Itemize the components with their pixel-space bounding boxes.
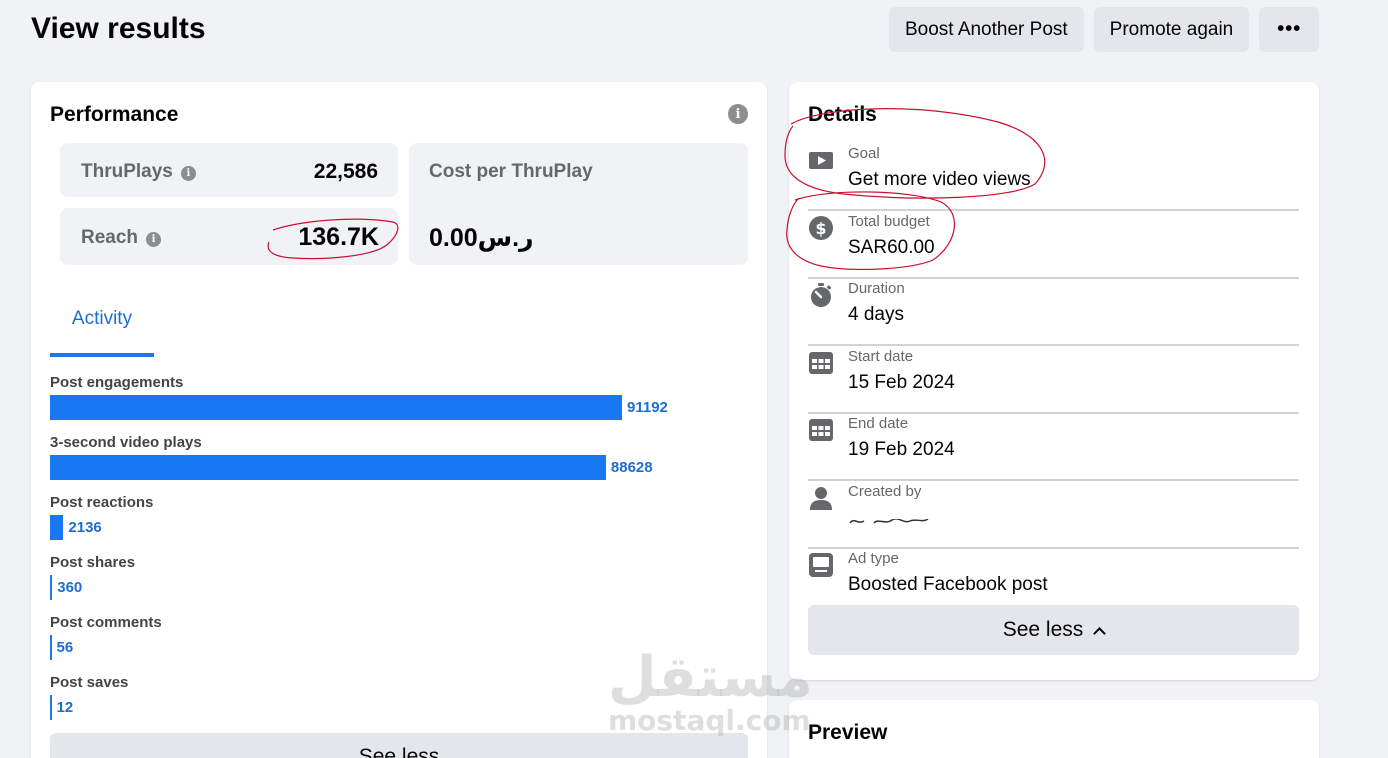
activity-bar bbox=[50, 695, 52, 720]
activity-row: Post comments 56 bbox=[50, 614, 750, 660]
detail-label: Start date bbox=[848, 348, 914, 365]
detail-total-budget: $ Total budget SAR60.00 bbox=[808, 211, 1299, 279]
detail-value: SAR60.00 bbox=[848, 237, 935, 258]
details-see-less-button[interactable]: See less bbox=[808, 605, 1299, 655]
detail-goal: Goal Get more video views bbox=[808, 143, 1299, 211]
see-less-label: See less bbox=[1002, 618, 1084, 641]
activity-label: Post shares bbox=[50, 554, 136, 571]
activity-bar bbox=[50, 455, 606, 480]
detail-value: Boosted Facebook post bbox=[848, 574, 1048, 595]
activity-value: 360 bbox=[57, 579, 83, 596]
activity-value: 56 bbox=[56, 639, 74, 656]
activity-value: 2136 bbox=[68, 519, 102, 536]
detail-value: 4 days bbox=[848, 304, 904, 325]
redacted-name bbox=[848, 513, 938, 524]
activity-bar bbox=[50, 515, 64, 540]
person-icon bbox=[810, 487, 832, 510]
activity-row: Post engagements 91192 bbox=[50, 374, 750, 420]
see-less-button[interactable]: See less bbox=[50, 733, 748, 758]
detail-label: Created by bbox=[848, 483, 922, 500]
top-actions: Boost Another Post Promote again ••• bbox=[889, 7, 1320, 52]
activity-bar-line: 12 bbox=[50, 695, 750, 720]
activity-label: Post saves bbox=[50, 674, 129, 691]
activity-row: Post saves 12 bbox=[50, 674, 750, 720]
details-title: Details bbox=[808, 103, 877, 126]
activity-value: 12 bbox=[56, 699, 74, 716]
boost-another-post-button[interactable]: Boost Another Post bbox=[889, 7, 1084, 52]
detail-label: Ad type bbox=[848, 550, 899, 567]
detail-start-date: Start date 15 Feb 2024 bbox=[808, 346, 1299, 414]
reach-info-icon[interactable]: i bbox=[146, 232, 162, 247]
activity-row: Post shares 360 bbox=[50, 554, 750, 600]
activity-bar bbox=[50, 395, 622, 420]
activity-value: 88628 bbox=[610, 459, 653, 476]
detail-label: End date bbox=[848, 415, 909, 432]
detail-label: Duration bbox=[848, 280, 905, 297]
activity-row: Post reactions 2136 bbox=[50, 494, 750, 540]
thruplays-label: ThruPlays i bbox=[81, 161, 196, 183]
cost-per-thruplay-metric: Cost per ThruPlay 0.00ر.س bbox=[409, 143, 748, 265]
preview-card: Preview bbox=[789, 700, 1319, 758]
detail-end-date: End date 19 Feb 2024 bbox=[808, 413, 1299, 481]
stopwatch-icon bbox=[811, 283, 832, 307]
details-card: Details Goal Get more video views $ Tota… bbox=[784, 82, 1319, 680]
detail-value: Get more video views bbox=[848, 169, 1031, 190]
activity-label: Post engagements bbox=[50, 374, 184, 391]
calendar-icon bbox=[809, 419, 833, 441]
activity-label: Post reactions bbox=[50, 494, 154, 511]
thruplays-metric: ThruPlays i 22,586 bbox=[60, 143, 398, 197]
dollar-icon: $ bbox=[809, 216, 833, 240]
activity-row: 3-second video plays 88628 bbox=[50, 434, 750, 480]
detail-created-by: Created by bbox=[808, 481, 1299, 549]
ad-type-icon bbox=[809, 553, 833, 577]
activity-value: 91192 bbox=[627, 399, 668, 416]
detail-duration: Duration 4 days bbox=[808, 278, 1299, 346]
detail-value: 19 Feb 2024 bbox=[848, 439, 955, 460]
promote-again-button[interactable]: Promote again bbox=[1093, 7, 1250, 52]
detail-label: Goal bbox=[848, 145, 880, 162]
reach-value: 136.7K bbox=[298, 223, 379, 251]
performance-title: Performance bbox=[50, 103, 179, 126]
activity-label: Post comments bbox=[50, 614, 162, 631]
activity-bar bbox=[50, 575, 53, 600]
activity-bar-line: 360 bbox=[50, 575, 750, 600]
performance-card: Performance i ThruPlays i 22,586 Reach i 1… bbox=[31, 82, 767, 758]
reach-label: Reach i bbox=[81, 227, 162, 249]
video-play-icon bbox=[809, 152, 833, 169]
performance-info-icon[interactable]: i bbox=[728, 104, 748, 124]
chevron-up-icon bbox=[1093, 626, 1107, 640]
detail-value: 15 Feb 2024 bbox=[848, 372, 955, 393]
activity-bar-line: 91192 bbox=[50, 395, 750, 420]
svg-text:$: $ bbox=[815, 219, 826, 238]
more-options-button[interactable]: ••• bbox=[1259, 7, 1320, 52]
activity-label: 3-second video plays bbox=[50, 434, 202, 451]
reach-metric: Reach i 136.7K bbox=[60, 208, 398, 265]
preview-title: Preview bbox=[808, 721, 888, 744]
activity-bar-line: 2136 bbox=[50, 515, 750, 540]
cost-per-thruplay-value: 0.00ر.س bbox=[429, 224, 534, 252]
page-title: View results bbox=[31, 12, 206, 45]
thruplays-value: 22,586 bbox=[313, 160, 378, 183]
activity-bar-line: 88628 bbox=[50, 455, 750, 480]
activity-bar bbox=[50, 635, 52, 660]
thruplays-info-icon[interactable]: i bbox=[180, 166, 196, 181]
tab-activity[interactable]: Activity bbox=[50, 303, 154, 357]
cost-per-thruplay-label: Cost per ThruPlay bbox=[429, 161, 593, 182]
detail-label: Total budget bbox=[848, 213, 930, 230]
calendar-icon bbox=[809, 352, 833, 374]
activity-bar-line: 56 bbox=[50, 635, 750, 660]
